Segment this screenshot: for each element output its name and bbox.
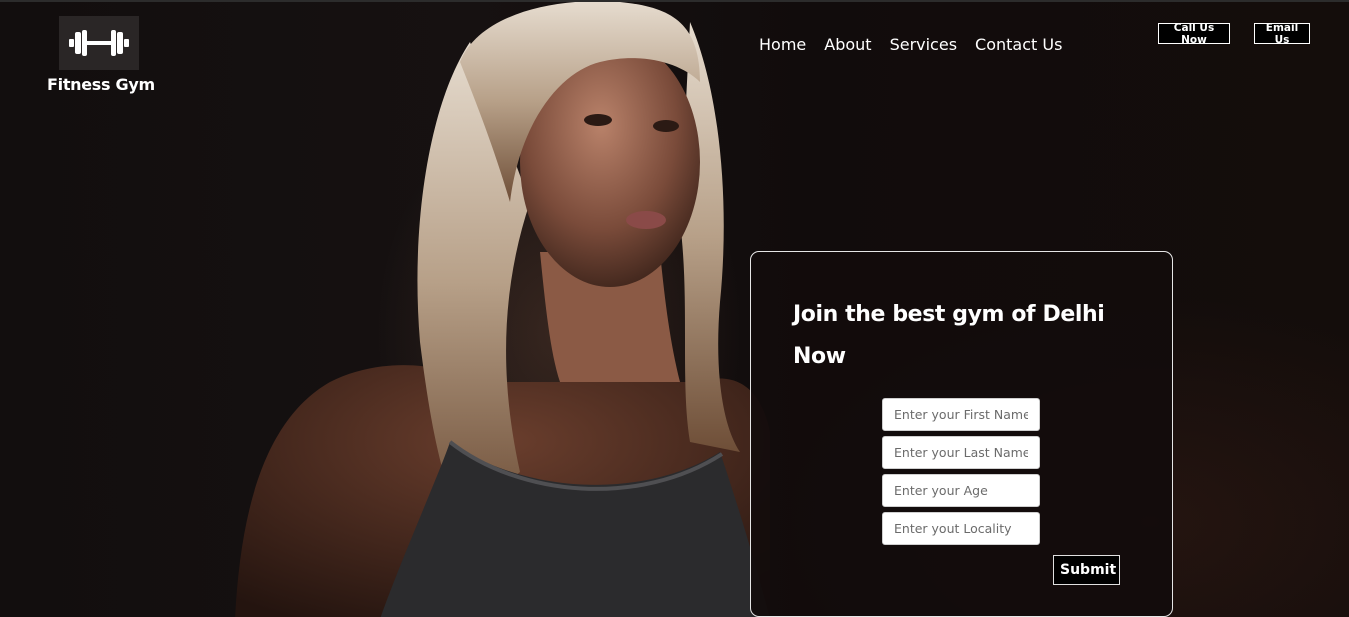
logo[interactable]	[59, 16, 139, 70]
nav-contact-us[interactable]: Contact Us	[966, 35, 1071, 54]
nav-services[interactable]: Services	[881, 35, 966, 54]
last-name-input[interactable]	[882, 436, 1040, 469]
age-input[interactable]	[882, 474, 1040, 507]
nav-about[interactable]: About	[815, 35, 880, 54]
first-name-input[interactable]	[882, 398, 1040, 431]
brand-name: Fitness Gym	[47, 75, 155, 94]
nav-home[interactable]: Home	[750, 35, 815, 54]
email-us-button[interactable]: Email Us	[1254, 22, 1310, 46]
locality-input[interactable]	[882, 512, 1040, 545]
form-title: Join the best gym of Delhi Now	[793, 302, 1105, 369]
main-nav: Home About Services Contact Us	[750, 35, 1071, 54]
call-us-button[interactable]: Call Us Now	[1158, 22, 1230, 46]
submit-button[interactable]: Submit	[1053, 555, 1120, 585]
signup-form-card: Join the best gym of Delhi Now Submit	[750, 251, 1173, 617]
landing-page: Fitness Gym Home About Services Contact …	[0, 0, 1349, 617]
dumbbell-icon	[69, 30, 129, 56]
